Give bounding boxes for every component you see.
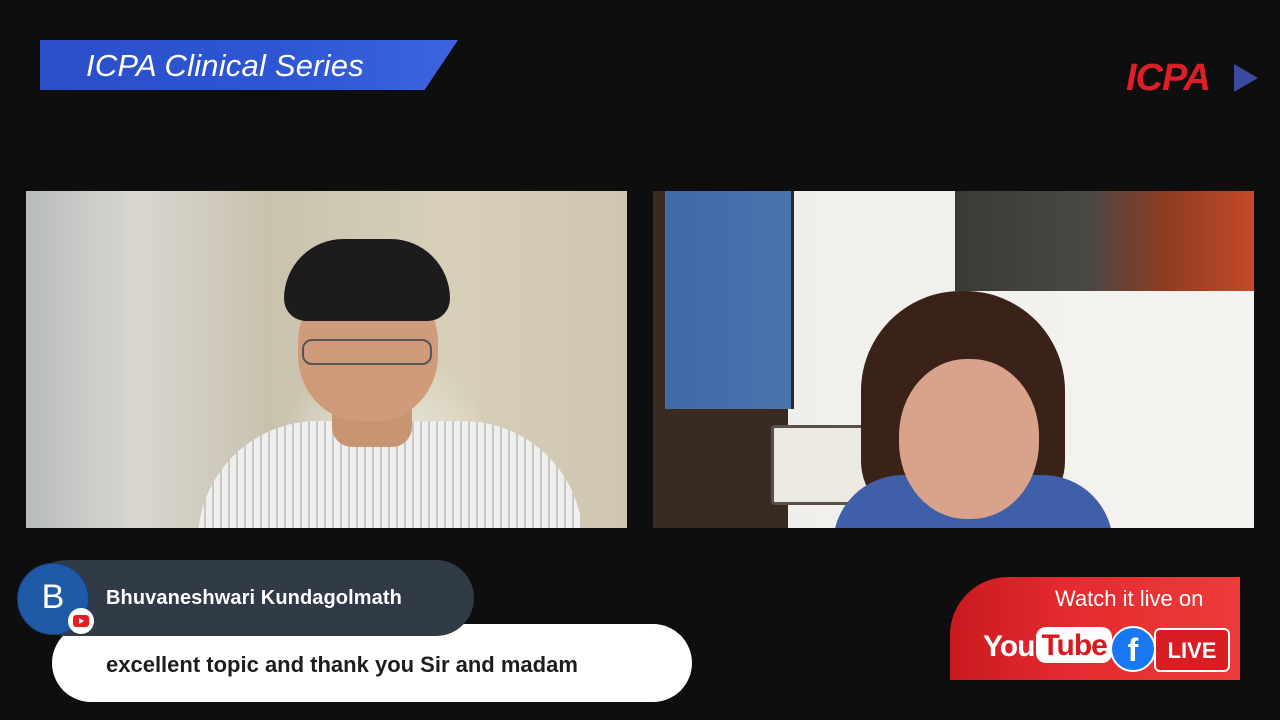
- facebook-icon: f: [1110, 626, 1156, 672]
- speaker-hair: [284, 239, 450, 321]
- youtube-logo-tube: Tube: [1036, 627, 1112, 663]
- video-feed-speaker-male: [26, 191, 627, 528]
- video-feed-speaker-female: [653, 191, 1254, 528]
- facebook-icon-letter: f: [1127, 632, 1139, 668]
- icpa-logo: ICPA: [1126, 58, 1266, 98]
- chat-author-name: Bhuvaneshwari Kundagolmath: [106, 587, 402, 609]
- live-badge: LIVE: [1154, 628, 1230, 672]
- icpa-logo-text: ICPA: [1126, 57, 1211, 99]
- background-cabinet: [665, 191, 794, 409]
- background-painting: [955, 191, 1254, 291]
- series-title-banner: ICPA Clinical Series: [40, 40, 458, 90]
- play-icon: [73, 615, 89, 627]
- youtube-logo: You Tube: [983, 627, 1112, 667]
- live-badge-label: LIVE: [1167, 638, 1217, 663]
- series-title: ICPA Clinical Series: [86, 48, 364, 83]
- chevron-right-icon: [1234, 64, 1258, 92]
- youtube-logo-you: You: [983, 630, 1035, 663]
- watch-live-text: Watch it live on: [1055, 586, 1204, 611]
- speaker-glasses: [302, 339, 432, 365]
- youtube-icon: [68, 608, 94, 634]
- chat-message-text: excellent topic and thank you Sir and ma…: [106, 652, 578, 677]
- speaker-face: [899, 359, 1039, 519]
- background-shelf: [653, 409, 788, 528]
